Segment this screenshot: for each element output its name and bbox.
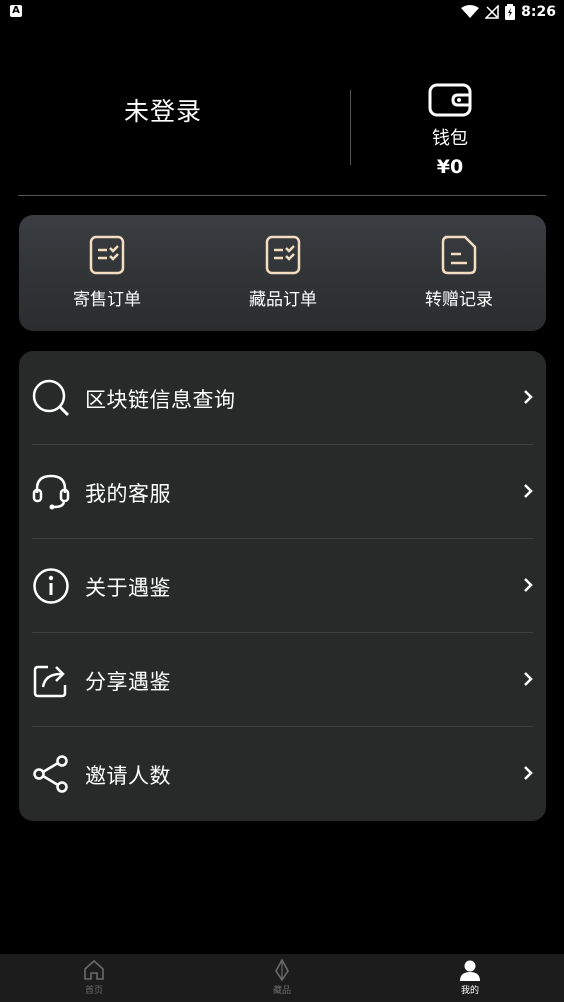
wallet-balance: ¥0: [436, 156, 464, 178]
no-signal-icon: [485, 5, 499, 19]
battery-icon: [505, 4, 516, 20]
status-time: 8:26: [521, 4, 556, 20]
chevron-right-icon: [524, 578, 533, 592]
orders-card: 寄售订单 藏品订单 转赠记录: [19, 215, 546, 331]
nav-item-collection[interactable]: 藏品: [242, 959, 322, 996]
wallet-icon: [428, 83, 472, 117]
menu-item-share[interactable]: 分享遇鉴: [19, 633, 546, 727]
nav-label-profile: 我的: [460, 986, 479, 996]
home-icon: [84, 959, 104, 980]
collection-order-label: 藏品订单: [249, 290, 317, 310]
consignment-order-button[interactable]: 寄售订单: [19, 235, 195, 310]
header-divider: [350, 90, 351, 165]
profile-icon: [460, 960, 480, 981]
wifi-icon: [461, 5, 480, 18]
chevron-right-icon: [524, 766, 533, 780]
search-icon: [32, 379, 70, 417]
menu-label-about: 关于遇鉴: [85, 576, 171, 600]
chevron-right-icon: [524, 484, 533, 498]
chevron-right-icon: [524, 672, 533, 686]
nav-item-profile[interactable]: 我的: [430, 959, 510, 996]
nav-label-collection: 藏品: [272, 986, 291, 996]
nav-item-home[interactable]: 首页: [54, 959, 134, 996]
share-icon: [33, 665, 67, 698]
transfer-record-button[interactable]: 转赠记录: [371, 235, 547, 310]
headset-icon: [32, 474, 70, 510]
info-icon: [33, 568, 69, 604]
status-bar: A 8:26: [0, 0, 564, 24]
nav-label-home: 首页: [84, 986, 103, 996]
invite-share-icon: [33, 755, 68, 793]
consignment-order-label: 寄售订单: [73, 290, 141, 310]
consignment-order-icon: [89, 235, 125, 275]
wallet-button[interactable]: 钱包 ¥0: [400, 82, 500, 178]
section-divider: [18, 195, 546, 196]
app-notification-icon: A: [10, 5, 22, 17]
wallet-label: 钱包: [432, 128, 468, 149]
menu-item-about[interactable]: 关于遇鉴: [19, 539, 546, 633]
status-indicators: 8:26: [461, 2, 556, 22]
menu-card: 区块链信息查询 我的客服 关于遇鉴 分享遇鉴 邀请人数: [19, 351, 546, 821]
menu-label-invite-count: 邀请人数: [85, 764, 171, 788]
collection-order-icon: [265, 235, 301, 275]
menu-item-invite-count[interactable]: 邀请人数: [19, 727, 546, 821]
bottom-nav: 首页 藏品 我的: [0, 954, 564, 1002]
login-status[interactable]: 未登录: [124, 92, 202, 128]
collection-icon: [275, 959, 289, 981]
menu-label-customer-service: 我的客服: [85, 482, 171, 506]
menu-item-customer-service[interactable]: 我的客服: [19, 445, 546, 539]
transfer-record-icon: [441, 235, 477, 275]
chevron-right-icon: [524, 390, 533, 404]
menu-label-share: 分享遇鉴: [85, 670, 171, 694]
menu-item-blockchain-query[interactable]: 区块链信息查询: [19, 351, 546, 445]
menu-label-blockchain-query: 区块链信息查询: [85, 388, 236, 412]
transfer-record-label: 转赠记录: [425, 290, 493, 310]
collection-order-button[interactable]: 藏品订单: [195, 235, 371, 310]
profile-header: 未登录 钱包 ¥0: [0, 60, 564, 196]
